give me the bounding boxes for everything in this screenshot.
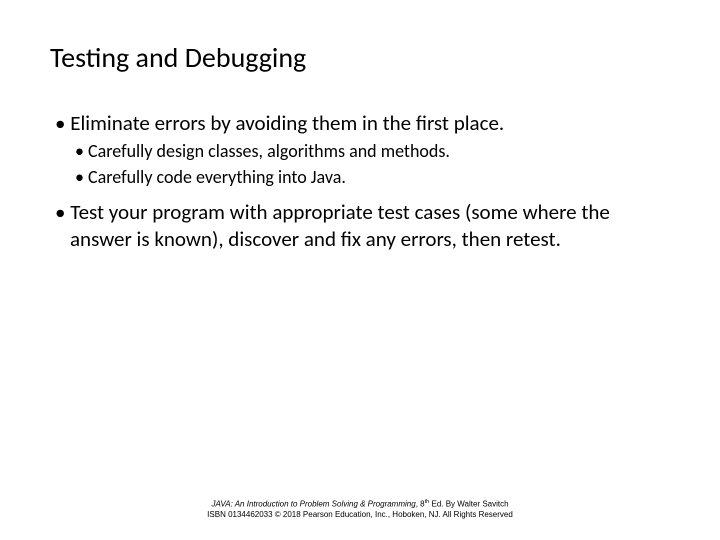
footer-line-2: ISBN 0134462033 © 2018 Pearson Education… bbox=[0, 510, 720, 520]
spacer bbox=[55, 191, 670, 199]
bullet-main-2: Test your program with appropriate test … bbox=[55, 199, 670, 254]
slide-title: Testing and Debugging bbox=[50, 40, 670, 75]
slide-container: Testing and Debugging Eliminate errors b… bbox=[0, 0, 720, 540]
footer-line-1: JAVA: An Introduction to Problem Solving… bbox=[0, 499, 720, 510]
bullet-sub-1-2: Carefully code everything into Java. bbox=[55, 166, 670, 189]
bullet-sub-1-1: Carefully design classes, algorithms and… bbox=[55, 140, 670, 163]
footer-book-title: JAVA: An Introduction to Problem Solving… bbox=[211, 499, 415, 508]
footer-byline: Ed. By Walter Savitch bbox=[429, 499, 508, 508]
bullet-main-1: Eliminate errors by avoiding them in the… bbox=[55, 110, 670, 137]
footer-edition: , 8 bbox=[416, 499, 425, 508]
footer: JAVA: An Introduction to Problem Solving… bbox=[0, 499, 720, 520]
slide-content: Eliminate errors by avoiding them in the… bbox=[50, 110, 670, 254]
